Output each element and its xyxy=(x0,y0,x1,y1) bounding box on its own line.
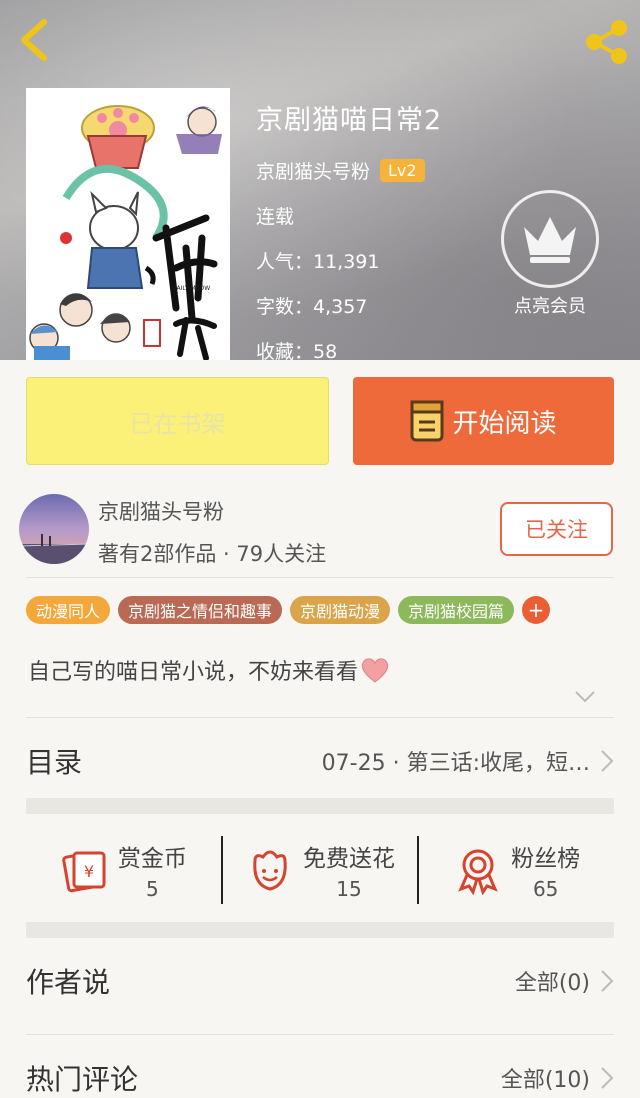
author-says-row[interactable]: 作者说 全部(0) xyxy=(26,956,614,1006)
catalog-row[interactable]: 目录 07-25 · 第三话:收尾，短… xyxy=(26,736,614,786)
divider xyxy=(26,717,614,718)
tag-item[interactable]: 京剧猫动漫 xyxy=(290,596,391,624)
vip-badge xyxy=(501,190,599,288)
back-arrow-icon[interactable] xyxy=(16,18,56,62)
reward-coins-label: 赏金币 xyxy=(117,846,187,872)
tag-item[interactable]: 京剧猫之情侣和趣事 xyxy=(118,596,283,624)
popularity-count: 人气：11,391 xyxy=(256,251,380,273)
crown-icon xyxy=(524,217,576,263)
serial-status: 连载 xyxy=(256,206,295,228)
chevron-right-icon xyxy=(601,750,614,772)
tag-item[interactable]: 京剧猫校园篇 xyxy=(398,596,515,624)
divider xyxy=(26,1034,614,1035)
chevron-right-icon xyxy=(601,1067,614,1089)
latest-chapter-text: 07-25 · 第三话:收尾，短… xyxy=(321,751,590,776)
catalog-title: 目录 xyxy=(26,746,83,779)
vip-label: 点亮会员 xyxy=(514,296,586,317)
add-tag-button[interactable]: + xyxy=(522,596,551,624)
vip-button[interactable]: 点亮会员 xyxy=(500,190,600,318)
send-flower-label: 免费送花 xyxy=(303,846,395,872)
hot-comments-link-text: 全部(10) xyxy=(500,1068,590,1093)
latest-chapter: 07-25 · 第三话:收尾，短… xyxy=(322,745,614,777)
svg-text:DAILY MEOW: DAILY MEOW xyxy=(172,285,210,292)
author-name[interactable]: 京剧猫头号粉 xyxy=(256,157,370,184)
hot-comments-link[interactable]: 全部(10) xyxy=(501,1062,614,1094)
description-text: 自己写的喵日常小说，不妨来看看 xyxy=(28,660,359,685)
flower-icon xyxy=(253,850,287,891)
share-icon[interactable] xyxy=(582,18,630,66)
send-flower-button[interactable]: 免费送花 15 xyxy=(223,830,418,910)
follow-label: 已关注 xyxy=(525,518,588,542)
author-card-meta: 著有2部作品 · 79人关注 xyxy=(98,542,327,566)
book-cover-image[interactable]: DAILY MEOW xyxy=(26,88,230,360)
author-card-name[interactable]: 京剧猫头号粉 xyxy=(98,496,224,526)
book-description: 自己写的喵日常小说，不妨来看看 xyxy=(28,654,390,686)
author-says-title: 作者说 xyxy=(26,966,111,999)
reward-coins-value: 5 xyxy=(145,877,159,901)
favorites-count: 收藏：58 xyxy=(256,341,338,360)
author-says-link-text: 全部(0) xyxy=(514,971,590,996)
divider xyxy=(26,577,614,578)
book-header: DAILY MEOW 京剧猫喵日常2 京剧猫头号粉 Lv2 连载 人气：11,3… xyxy=(0,0,640,360)
read-label: 开始阅读 xyxy=(452,408,557,439)
fan-ranking-label: 粉丝榜 xyxy=(511,846,581,872)
level-badge: Lv2 xyxy=(380,159,425,182)
tag-list: 动漫同人 京剧猫之情侣和趣事 京剧猫动漫 京剧猫校园篇 + xyxy=(26,596,551,624)
shelf-label: 已在书架 xyxy=(129,409,226,438)
book-title: 京剧猫喵日常2 xyxy=(256,105,443,136)
red-envelope-icon: ¥ xyxy=(62,851,106,893)
section-separator xyxy=(26,922,614,938)
send-flower-value: 15 xyxy=(336,877,362,901)
author-says-link[interactable]: 全部(0) xyxy=(515,965,614,997)
fan-ranking-button[interactable]: 粉丝榜 65 xyxy=(419,830,614,910)
author-avatar[interactable] xyxy=(19,494,89,564)
start-reading-button[interactable]: 开始阅读 xyxy=(353,377,614,465)
medal-icon xyxy=(458,849,498,895)
word-count: 字数：4,357 xyxy=(256,296,368,318)
reward-coins-button[interactable]: ¥ 赏金币 5 xyxy=(26,830,221,910)
followed-button[interactable]: 已关注 xyxy=(500,502,613,556)
heart-icon xyxy=(361,658,389,683)
chevron-right-icon xyxy=(601,970,614,992)
hot-comments-title: 热门评论 xyxy=(26,1063,139,1096)
author-row[interactable]: 京剧猫头号粉 Lv2 xyxy=(256,157,442,184)
added-to-shelf-button[interactable]: 已在书架 xyxy=(26,377,329,465)
book-info: 京剧猫喵日常2 京剧猫头号粉 Lv2 连载 人气：11,391 字数：4,357… xyxy=(256,98,442,360)
stats-bar: ¥ 赏金币 5 免费送花 15 粉丝榜 65 xyxy=(26,830,614,910)
chevron-down-icon[interactable] xyxy=(574,690,596,704)
hot-comments-row[interactable]: 热门评论 全部(10) xyxy=(26,1054,614,1098)
section-separator xyxy=(26,798,614,814)
book-icon xyxy=(410,400,444,442)
tag-item[interactable]: 动漫同人 xyxy=(26,596,111,624)
svg-text:¥: ¥ xyxy=(84,862,94,881)
fan-ranking-value: 65 xyxy=(532,877,559,901)
